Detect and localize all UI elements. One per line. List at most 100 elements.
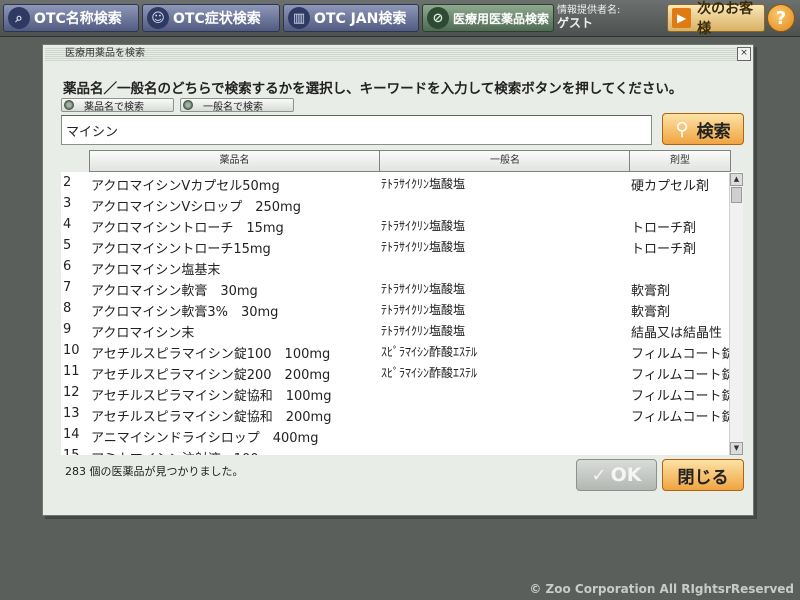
row-generic-name: ﾃﾄﾗｻｲｸﾘﾝ塩酸塩 [381,177,466,191]
otc-jan-search-button[interactable]: ▥ OTC JAN検索 [283,4,419,32]
scroll-up-icon[interactable]: ▲ [730,173,743,186]
radio-drug-name[interactable]: 薬品名で検索 [61,98,174,113]
row-number: 12 [63,385,80,400]
column-header-generic-name[interactable]: 一般名 [379,150,631,172]
row-number: 15 [63,448,91,455]
table-row[interactable]: 8 アクロマイシン軟膏3% 30mg ﾃﾄﾗｻｲｸﾘﾝ塩酸塩 軟膏剤 [61,301,743,322]
check-icon: ✓ [591,464,607,486]
row-number: 9 [63,322,72,337]
otc-jan-search-label: OTC JAN検索 [314,11,407,27]
search-button[interactable]: ⚲ 検索 [662,113,744,145]
row-number: 8 [63,301,72,316]
table-row[interactable]: 4 アクロマイシントローチ 15mg ﾃﾄﾗｻｲｸﾘﾝ塩酸塩 トローチ剤 [61,217,743,238]
table-row[interactable]: 11 アセチルスピラマイシン錠200 200mg ｽﾋﾟﾗﾏｲｼﾝ酢酸ｴｽﾃﾙ フィル… [61,364,743,385]
row-drug-name: アセチルスピラマイシン錠100 100mg [91,347,331,362]
informant-name: ゲスト [557,16,594,30]
row-number: 6 [63,259,72,274]
table-header: 薬品名 一般名 剤型 [61,149,743,172]
row-drug-name: アクロマイシントローチ15mg [91,242,271,257]
help-icon: ? [775,7,787,29]
medical-drug-search-label: 医療用医薬品検索 [453,11,550,26]
radio-drug-name-label: 薬品名で検索 [84,101,144,113]
radio-generic-name-label: 一般名で検索 [203,101,263,113]
search-button-label: 検索 [696,121,731,142]
row-drug-name: アクロマイシンVカプセル50mg [91,179,280,194]
ok-button-label: OK [610,464,642,486]
row-form: 軟膏剤 [631,284,671,299]
table-row[interactable]: 2 アクロマイシンVカプセル50mg ﾃﾄﾗｻｲｸﾘﾝ塩酸塩 硬カプセル剤 [61,175,743,196]
row-generic-name: ﾃﾄﾗｻｲｸﾘﾝ塩酸塩 [381,303,466,317]
row-number: 2 [63,175,72,190]
radio-icon [183,100,193,110]
radio-generic-name[interactable]: 一般名で検索 [180,98,294,113]
table-row[interactable]: 10 アセチルスピラマイシン錠100 100mg ｽﾋﾟﾗﾏｲｼﾝ酢酸ｴｽﾃﾙ フィル… [61,343,743,364]
row-generic-name: ｽﾋﾟﾗﾏｲｼﾝ酢酸ｴｽﾃﾙ [381,345,478,359]
dialog-title: 医療用薬品を検索 [45,47,751,61]
row-form: 結晶又は結晶性 [631,326,723,341]
column-header-drug-name[interactable]: 薬品名 [89,150,380,172]
next-customer-label: 次のお客様 [697,1,754,37]
copyright-text: © Zoo Corporation All RIghtsrReserved [529,582,794,596]
row-generic-name: ﾃﾄﾗｻｲｸﾘﾝ塩酸塩 [381,240,466,254]
row-drug-name: アセチルスピラマイシン錠協和 200mg [91,410,332,425]
row-form: トローチ剤 [631,242,697,257]
ok-button[interactable]: ✓ OK [576,459,657,491]
row-number: 3 [63,196,72,211]
table-row[interactable]: 5 アクロマイシントローチ15mg ﾃﾄﾗｻｲｸﾘﾝ塩酸塩 トローチ剤 [61,238,743,259]
table-row[interactable]: 6 アクロマイシン塩基末 [61,259,743,280]
search-input[interactable] [61,115,652,145]
close-button[interactable]: 閉じる [662,459,744,491]
medical-drug-search-dialog: 医療用薬品を検索 × 薬品名／一般名のどちらで検索するかを選択し、キーワードを入… [42,44,754,516]
person-icon: ☺ [147,7,169,29]
row-generic-name: ｽﾋﾟﾗﾏｲｼﾝ酢酸ｴｽﾃﾙ [381,366,478,380]
row-drug-name: アクロマイシンVシロップ 250mg [91,200,301,215]
row-generic-name: ﾃﾄﾗｻｲｸﾘﾝ塩酸塩 [381,282,466,296]
row-number: 13 [63,406,80,421]
table-scrollbar[interactable]: ▲ ▼ [729,173,743,455]
row-drug-name: アクロマイシン軟膏3% 30mg [91,305,279,320]
otc-symptom-search-button[interactable]: ☺ OTC症状検索 [142,4,280,32]
radio-icon [64,100,74,110]
instruction-text: 薬品名／一般名のどちらで検索するかを選択し、キーワードを入力して検索ボタンを押し… [63,81,683,97]
table-row[interactable]: 9 アクロマイシン末 ﾃﾄﾗｻｲｸﾘﾝ塩酸塩 結晶又は結晶性 [61,322,743,343]
row-number: 4 [63,217,72,232]
row-form: 硬カプセル剤 [631,179,710,194]
dialog-close-icon[interactable]: × [737,47,751,61]
row-form: 軟膏剤 [631,305,671,320]
row-drug-name: アセチルスピラマイシン錠協和 100mg [91,389,332,404]
table-row[interactable]: 3 アクロマイシンVシロップ 250mg [61,196,743,217]
pill-icon: ⊘ [427,7,449,29]
table-row[interactable]: 12 アセチルスピラマイシン錠協和 100mg フィルムコート錠 [61,385,743,406]
table-row[interactable]: 13 アセチルスピラマイシン錠協和 200mg フィルムコート錠 [61,406,743,427]
top-toolbar: ⌕ OTC名称検索 ☺ OTC症状検索 ▥ OTC JAN検索 ⊘ 医療用医薬品… [0,0,800,37]
otc-name-search-button[interactable]: ⌕ OTC名称検索 [3,4,139,32]
informant-info: 情報提供者名: ゲスト [557,4,665,32]
scroll-down-icon[interactable]: ▼ [730,442,743,455]
row-number: 11 [63,364,80,379]
row-form: フィルムコート錠 [631,410,731,425]
otc-name-search-label: OTC名称検索 [34,11,122,27]
row-form: トローチ剤 [631,221,697,236]
row-generic-name: ﾃﾄﾗｻｲｸﾘﾝ塩酸塩 [381,219,466,233]
row-drug-name: アクロマイシン塩基末 [91,263,221,278]
search-icon: ⌕ [8,7,30,29]
row-number: 5 [63,238,72,253]
results-table: 薬品名 一般名 剤型 2 アクロマイシンVカプセル50mg ﾃﾄﾗｻｲｸﾘﾝ塩酸塩 硬… [61,149,743,455]
row-form: フィルムコート錠 [631,347,731,362]
barcode-icon: ▥ [288,7,310,29]
table-row[interactable]: 14 アニマイシンドライシロップ 400mg [61,427,743,448]
row-form: フィルムコート錠 [631,389,731,404]
help-button[interactable]: ? [767,4,795,32]
scroll-thumb[interactable] [731,187,742,203]
row-number: 7 [63,280,72,295]
table-row[interactable]: 15アミカマイシン注射液 100mg [61,448,743,455]
table-row[interactable]: 7 アクロマイシン軟膏 30mg ﾃﾄﾗｻｲｸﾘﾝ塩酸塩 軟膏剤 [61,280,743,301]
medical-drug-search-button[interactable]: ⊘ 医療用医薬品検索 [422,4,554,32]
column-header-form[interactable]: 剤型 [629,150,731,172]
otc-symptom-search-label: OTC症状検索 [173,11,261,27]
row-generic-name: ﾃﾄﾗｻｲｸﾘﾝ塩酸塩 [381,324,466,338]
row-drug-name: アニマイシンドライシロップ 400mg [91,431,319,446]
table-body: 2 アクロマイシンVカプセル50mg ﾃﾄﾗｻｲｸﾘﾝ塩酸塩 硬カプセル剤 3 アクロマイ… [61,175,743,455]
row-drug-name: アクロマイシン末 [91,326,195,341]
next-customer-button[interactable]: ▶ 次のお客様 [667,1,765,37]
